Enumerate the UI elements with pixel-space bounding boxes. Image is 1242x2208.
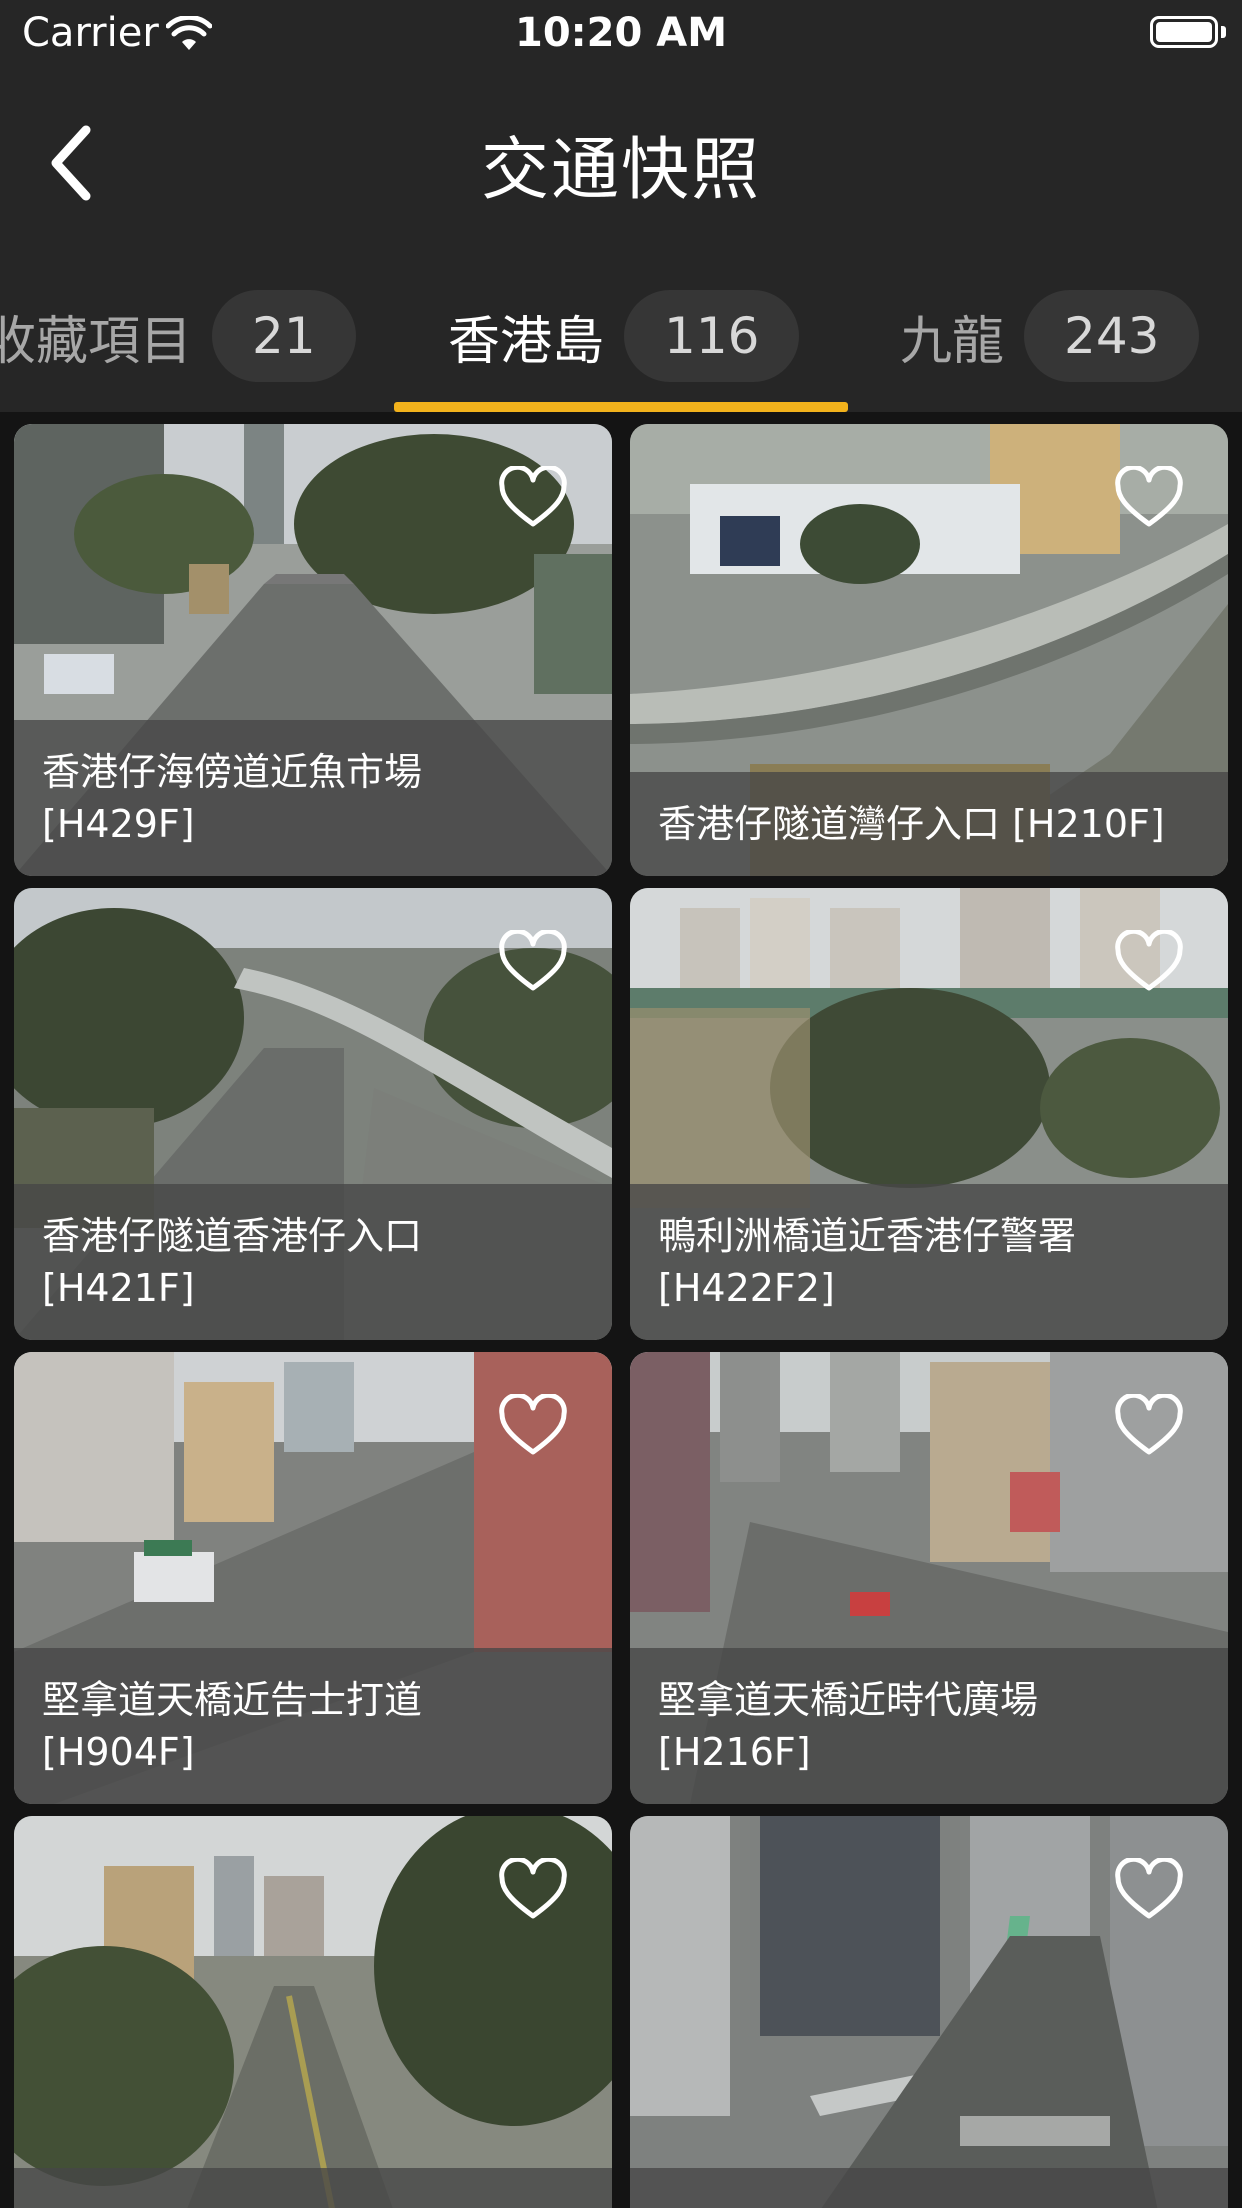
heart-outline-icon[interactable] [498, 1858, 568, 1922]
heart-outline-icon[interactable] [498, 1394, 568, 1458]
navigation-bar: 交通快照 [0, 66, 1242, 256]
camera-title: 堅拿道天橋近時代廣場 [658, 1678, 1039, 1722]
tab-hong-kong-island[interactable]: 香港島 116 [448, 268, 800, 404]
tab-count-badge: 116 [624, 290, 800, 382]
camera-code: [H421F] [42, 1266, 195, 1310]
camera-card[interactable] [630, 1816, 1228, 2208]
camera-title: 香港仔隧道灣仔入口 [H210F] [658, 802, 1165, 846]
status-time: 10:20 AM [514, 10, 727, 56]
tab-count-badge: 243 [1024, 290, 1200, 382]
page-title: 交通快照 [480, 131, 761, 210]
camera-code: [H429F] [42, 802, 195, 846]
battery-icon [1150, 16, 1218, 48]
camera-caption: 香港仔隧道灣仔入口 [H210F] [630, 772, 1228, 876]
heart-outline-icon[interactable] [1114, 1858, 1184, 1922]
camera-code: [H216F] [658, 1730, 811, 1774]
tab-count-badge: 21 [212, 290, 356, 382]
camera-caption [630, 2168, 1228, 2208]
camera-code: [H904F] [42, 1730, 195, 1774]
camera-caption: 堅拿道天橋近告士打道 [H904F] [14, 1648, 612, 1804]
tab-label: 香港島 [448, 311, 605, 372]
heart-outline-icon[interactable] [1114, 930, 1184, 994]
camera-card[interactable]: 香港仔隧道灣仔入口 [H210F] [630, 424, 1228, 876]
heart-outline-icon[interactable] [498, 466, 568, 530]
camera-caption [14, 2168, 612, 2208]
active-tab-indicator [394, 402, 848, 412]
heart-outline-icon[interactable] [498, 930, 568, 994]
camera-card[interactable] [14, 1816, 612, 2208]
camera-caption: 香港仔隧道香港仔入口 [H421F] [14, 1184, 612, 1340]
camera-title: 鴨利洲橋道近香港仔警署 [658, 1214, 1077, 1258]
camera-title: 香港仔隧道香港仔入口 [42, 1214, 423, 1258]
camera-card[interactable]: 堅拿道天橋近時代廣場 [H216F] [630, 1352, 1228, 1804]
region-tabs: 收藏項目 21 香港島 116 九龍 243 [0, 268, 1242, 412]
camera-code: [H422F2] [658, 1266, 835, 1310]
tab-favorites[interactable]: 收藏項目 21 [0, 268, 356, 404]
battery-tip [1221, 26, 1226, 38]
camera-title: 香港仔海傍道近魚市場 [42, 750, 423, 794]
camera-grid: 香港仔海傍道近魚市場 [H429F] 香港仔隧道灣仔入口 [H210F] 香港仔… [0, 412, 1242, 2208]
camera-caption: 鴨利洲橋道近香港仔警署 [H422F2] [630, 1184, 1228, 1340]
camera-card[interactable]: 堅拿道天橋近告士打道 [H904F] [14, 1352, 612, 1804]
camera-title: 堅拿道天橋近告士打道 [42, 1678, 423, 1722]
camera-caption: 堅拿道天橋近時代廣場 [H216F] [630, 1648, 1228, 1804]
tab-label: 九龍 [900, 311, 1005, 372]
tab-label: 收藏項目 [0, 311, 193, 372]
camera-card[interactable]: 鴨利洲橋道近香港仔警署 [H422F2] [630, 888, 1228, 1340]
camera-caption: 香港仔海傍道近魚市場 [H429F] [14, 720, 612, 876]
camera-card[interactable]: 香港仔隧道香港仔入口 [H421F] [14, 888, 612, 1340]
tab-kowloon[interactable]: 九龍 243 [900, 268, 1200, 404]
heart-outline-icon[interactable] [1114, 1394, 1184, 1458]
status-bar: Carrier 10:20 AM [0, 0, 1242, 66]
heart-outline-icon[interactable] [1114, 466, 1184, 530]
camera-card[interactable]: 香港仔海傍道近魚市場 [H429F] [14, 424, 612, 876]
